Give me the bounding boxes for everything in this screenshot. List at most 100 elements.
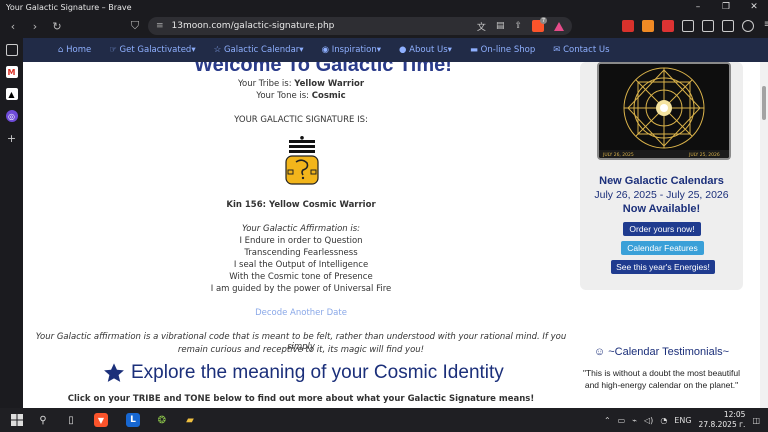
- nav-home[interactable]: ⌂ Home: [58, 45, 91, 55]
- gmail-icon[interactable]: M: [5, 66, 18, 78]
- extensions-icon[interactable]: [722, 20, 734, 32]
- sidebar-toggle-icon[interactable]: [682, 20, 694, 32]
- system-tray: ⌃ ▭ ⌁ ◁) ◔ ENG 12:05 27.8.2025 г. ◫: [604, 408, 760, 432]
- kin-title: Kin 156: Yellow Cosmic Warrior: [226, 200, 376, 210]
- extension-orange-icon[interactable]: [642, 20, 654, 32]
- vpn-icon[interactable]: [742, 20, 754, 32]
- chevron-down-icon: ▾: [299, 45, 304, 55]
- address-bar[interactable]: ≡ 13moon.com/galactic-signature.php 文 ▤ …: [148, 17, 572, 35]
- calendar-poster-image[interactable]: JULY 26, 2025 JULY 25, 2026: [597, 62, 731, 160]
- promo-dates: July 26, 2025 - July 25, 2026: [594, 189, 729, 201]
- search-icon[interactable]: ⚲: [36, 413, 50, 427]
- see-energies-button[interactable]: See this year's Energies!: [611, 260, 715, 274]
- home-icon: ⌂: [58, 45, 64, 55]
- brave-rewards-icon[interactable]: [554, 21, 564, 31]
- back-icon[interactable]: ‹: [4, 17, 22, 35]
- tone-line: Your Tone is: Cosmic: [256, 91, 346, 101]
- share-icon[interactable]: ⇪: [514, 21, 522, 31]
- decode-another-date-link[interactable]: Decode Another Date: [23, 308, 579, 318]
- translate-icon[interactable]: 文: [477, 20, 486, 33]
- nav-contact-us[interactable]: ✉ Contact Us: [553, 45, 609, 55]
- tribe-value: Yellow Warrior: [294, 79, 365, 89]
- site-settings-icon[interactable]: ≡: [156, 21, 164, 31]
- chevron-down-icon: ▾: [191, 45, 196, 55]
- nav-about-us[interactable]: ● About Us▾: [399, 45, 452, 55]
- volume-icon[interactable]: ◁): [644, 416, 653, 425]
- promo-title: New Galactic Calendars: [599, 175, 724, 187]
- add-panel-icon[interactable]: +: [6, 132, 18, 145]
- green-app-icon[interactable]: ❂: [155, 413, 169, 427]
- explore-heading-row: Explore the meaning of your Cosmic Ident…: [103, 362, 504, 384]
- hand-icon: ☞: [109, 45, 117, 55]
- clock-date: 27.8.2025 г.: [698, 420, 746, 429]
- explanation-line-2: remain curious and receptive to it, its …: [177, 345, 425, 355]
- tone-value: Cosmic: [311, 91, 346, 101]
- leo-icon[interactable]: ◎: [5, 110, 18, 122]
- task-view-icon[interactable]: ▯: [64, 413, 78, 427]
- affirmation-line: I seal the Output of Intelligence: [233, 260, 369, 270]
- star-outline-icon: ☆: [213, 45, 222, 55]
- explore-heading: Explore the meaning of your Cosmic Ident…: [131, 362, 504, 383]
- cosmic-warrior-glyph-icon: [285, 136, 319, 185]
- bookmark-icon[interactable]: ⛉: [126, 17, 144, 35]
- url-text[interactable]: 13moon.com/galactic-signature.php: [172, 21, 335, 31]
- promo-available: Now Available!: [622, 203, 701, 215]
- tribe-line: Your Tribe is: Yellow Warrior: [237, 79, 365, 89]
- chevron-up-icon[interactable]: ⌃: [604, 416, 611, 425]
- windows-start-icon[interactable]: [10, 413, 24, 427]
- extension-red-icon[interactable]: [622, 20, 634, 32]
- windows-taskbar: ⚲ ▯ ▼ L ❂ ▰ ⌃ ▭ ⌁ ◁) ◔ ENG 12:05 27.8.20…: [0, 408, 768, 432]
- star-icon: [104, 363, 124, 382]
- notion-icon[interactable]: ▲: [5, 88, 18, 100]
- order-now-button[interactable]: Order yours now!: [623, 222, 701, 236]
- close-icon[interactable]: ✕: [740, 0, 768, 14]
- l-app-icon[interactable]: L: [126, 413, 140, 427]
- brave-shields-icon[interactable]: 7: [532, 17, 547, 32]
- chevron-down-icon: ▾: [376, 45, 382, 55]
- forward-icon[interactable]: ›: [26, 17, 44, 35]
- notifications-icon[interactable]: ◫: [752, 416, 760, 425]
- usb-icon[interactable]: ⌁: [632, 416, 637, 425]
- clock[interactable]: 12:05 27.8.2025 г.: [699, 410, 746, 430]
- page-content: Welcome To Galactic Time! Your Tribe is:…: [23, 62, 760, 408]
- nav-get-galactivated[interactable]: ☞ Get Galactivated▾: [109, 45, 195, 55]
- shields-count-badge: 7: [540, 17, 547, 24]
- poster-left-date: JULY 26, 2025: [602, 152, 634, 158]
- window-title: Your Galactic Signature – Brave: [6, 2, 132, 12]
- sidebar-panel-icon[interactable]: [5, 44, 18, 56]
- battery-icon[interactable]: ▭: [618, 416, 626, 425]
- click-instruction: Click on your TRIBE and TONE below to fi…: [67, 394, 535, 404]
- wallet-icon[interactable]: [702, 20, 714, 32]
- site-navigation: ⌂ Home ☞ Get Galactivated▾ ☆ Galactic Ca…: [23, 38, 768, 62]
- calendar-promo-panel: JULY 26, 2025 JULY 25, 2026 New Galactic…: [580, 62, 743, 290]
- restore-icon[interactable]: ❐: [712, 0, 740, 14]
- affirmation-line: With the Cosmic tone of Presence: [229, 272, 373, 282]
- globe-icon: ◉: [321, 45, 329, 55]
- reload-icon[interactable]: ↻: [48, 17, 66, 35]
- menu-icon[interactable]: ≡: [762, 20, 768, 32]
- scrollbar-thumb[interactable]: [762, 86, 766, 120]
- nav-online-shop[interactable]: ▬ On-line Shop: [470, 45, 535, 55]
- poster-right-date: JULY 25, 2026: [688, 152, 720, 158]
- calendar-features-button[interactable]: Calendar Features: [621, 241, 704, 255]
- extension-flame-icon[interactable]: [662, 20, 674, 32]
- brave-taskbar-icon[interactable]: ▼: [94, 413, 108, 427]
- minimize-icon[interactable]: –: [684, 0, 712, 14]
- browser-toolbar: ‹ › ↻ ⛉ ≡ 13moon.com/galactic-signature.…: [0, 14, 768, 38]
- network-icon[interactable]: ◔: [660, 416, 667, 425]
- reader-mode-icon[interactable]: ▤: [496, 21, 505, 31]
- nav-inspiration[interactable]: ◉ Inspiration▾: [322, 45, 381, 55]
- welcome-heading: Welcome To Galactic Time!: [194, 62, 452, 76]
- page-scrollbar[interactable]: [760, 62, 768, 408]
- cart-icon: ▬: [469, 45, 478, 55]
- affirmation-heading: Your Galactic Affirmation is:: [241, 224, 361, 234]
- language-indicator[interactable]: ENG: [674, 416, 691, 425]
- window-title-bar: Your Galactic Signature – Brave – ❐ ✕: [0, 0, 768, 14]
- clock-time: 12:05: [723, 410, 746, 419]
- mandala-image: JULY 26, 2025 JULY 25, 2026: [599, 64, 729, 158]
- affirmation-line: I Endure in order to Question: [239, 236, 363, 246]
- affirmation-line: Transcending Fearlessness: [244, 248, 358, 258]
- nav-galactic-calendar[interactable]: ☆ Galactic Calendar▾: [214, 45, 304, 55]
- file-explorer-icon[interactable]: ▰: [183, 413, 197, 427]
- affirmation-line: I am guided by the power of Universal Fi…: [210, 284, 392, 294]
